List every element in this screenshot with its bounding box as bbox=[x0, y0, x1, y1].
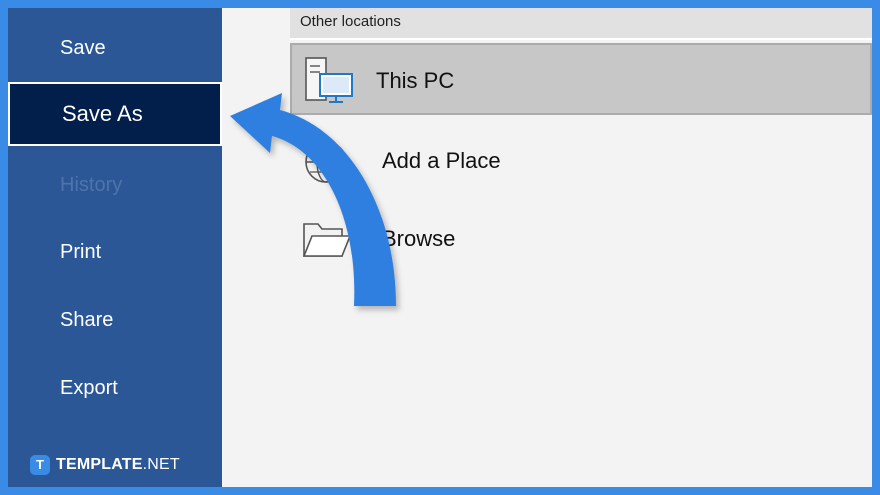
locations-panel: Other locations This PC Add a Place Brow… bbox=[222, 8, 872, 487]
divider bbox=[290, 38, 872, 40]
sidebar-item-history: History bbox=[60, 174, 123, 196]
this-pc-icon bbox=[304, 56, 354, 104]
brand-badge: T bbox=[30, 455, 50, 475]
brand-name: TEMPLATE.NET bbox=[56, 456, 180, 474]
sidebar-item-print[interactable]: Print bbox=[8, 220, 222, 284]
window: Save Save As History Print Share Export … bbox=[8, 8, 872, 487]
folder-icon bbox=[302, 214, 352, 262]
brand-logo: T TEMPLATE.NET bbox=[30, 455, 180, 475]
location-label: Add a Place bbox=[382, 148, 501, 173]
sidebar-item-export[interactable]: Export bbox=[8, 356, 222, 420]
location-browse[interactable]: Browse bbox=[290, 203, 872, 275]
backstage-sidebar: Save Save As History Print Share Export … bbox=[8, 8, 222, 487]
brand-name-suffix: .NET bbox=[142, 456, 180, 473]
globe-icon bbox=[302, 136, 352, 184]
location-label: This PC bbox=[376, 68, 455, 93]
location-this-pc[interactable]: This PC bbox=[290, 43, 872, 115]
sidebar-item-save[interactable]: Save bbox=[8, 16, 222, 80]
section-header-other-locations: Other locations bbox=[290, 8, 872, 38]
location-add-a-place[interactable]: Add a Place bbox=[290, 125, 872, 197]
brand-name-bold: TEMPLATE bbox=[56, 456, 143, 473]
sidebar-item-share[interactable]: Share bbox=[8, 288, 222, 352]
location-label: Browse bbox=[382, 226, 456, 251]
sidebar-item-save-as[interactable]: Save As bbox=[8, 82, 222, 146]
